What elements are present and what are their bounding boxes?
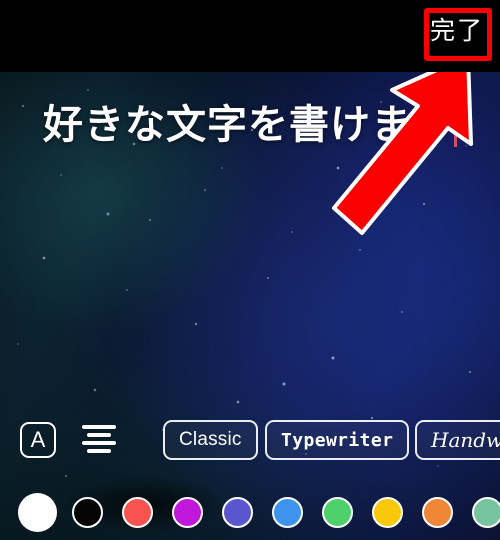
text-align-center-icon (87, 449, 111, 453)
top-bar: 完了 (0, 0, 500, 72)
text-caret (454, 101, 457, 147)
font-option-typewriter[interactable]: Typewriter (265, 420, 410, 460)
color-swatch-black[interactable] (72, 497, 103, 528)
text-style-button[interactable]: A (20, 422, 56, 458)
font-option-label: Classic (179, 429, 242, 450)
letter-a-icon: A (30, 427, 46, 452)
overlay-text-value: 好きな文字を書けます (43, 103, 453, 147)
color-swatch-orange[interactable] (422, 497, 453, 528)
font-option-label: Handwriting (431, 428, 500, 452)
phone-screen: 好きな文字を書けます A Classic Typewriter Handwrit… (0, 0, 500, 540)
color-swatch-row (0, 485, 500, 540)
text-align-center-icon (82, 441, 116, 445)
color-swatch-yellow[interactable] (372, 497, 403, 528)
color-swatch-mint[interactable] (472, 497, 500, 528)
color-swatch-green[interactable] (322, 497, 353, 528)
overlay-text[interactable]: 好きな文字を書けます (0, 100, 500, 150)
done-button[interactable]: 完了 (426, 14, 488, 48)
color-swatch-white[interactable] (18, 493, 57, 532)
font-option-handwriting[interactable]: Handwriting (415, 420, 500, 460)
text-align-button[interactable] (78, 425, 120, 455)
color-swatch-blue[interactable] (272, 497, 303, 528)
text-toolbar: A Classic Typewriter Handwriting (0, 414, 500, 466)
text-align-center-icon (82, 425, 116, 429)
color-swatch-magenta[interactable] (172, 497, 203, 528)
font-option-classic[interactable]: Classic (163, 420, 258, 460)
font-option-label: Typewriter (281, 429, 394, 451)
color-swatch-indigo[interactable] (222, 497, 253, 528)
color-swatch-red[interactable] (122, 497, 153, 528)
text-align-center-icon (87, 433, 111, 437)
done-button-label: 完了 (429, 17, 484, 45)
